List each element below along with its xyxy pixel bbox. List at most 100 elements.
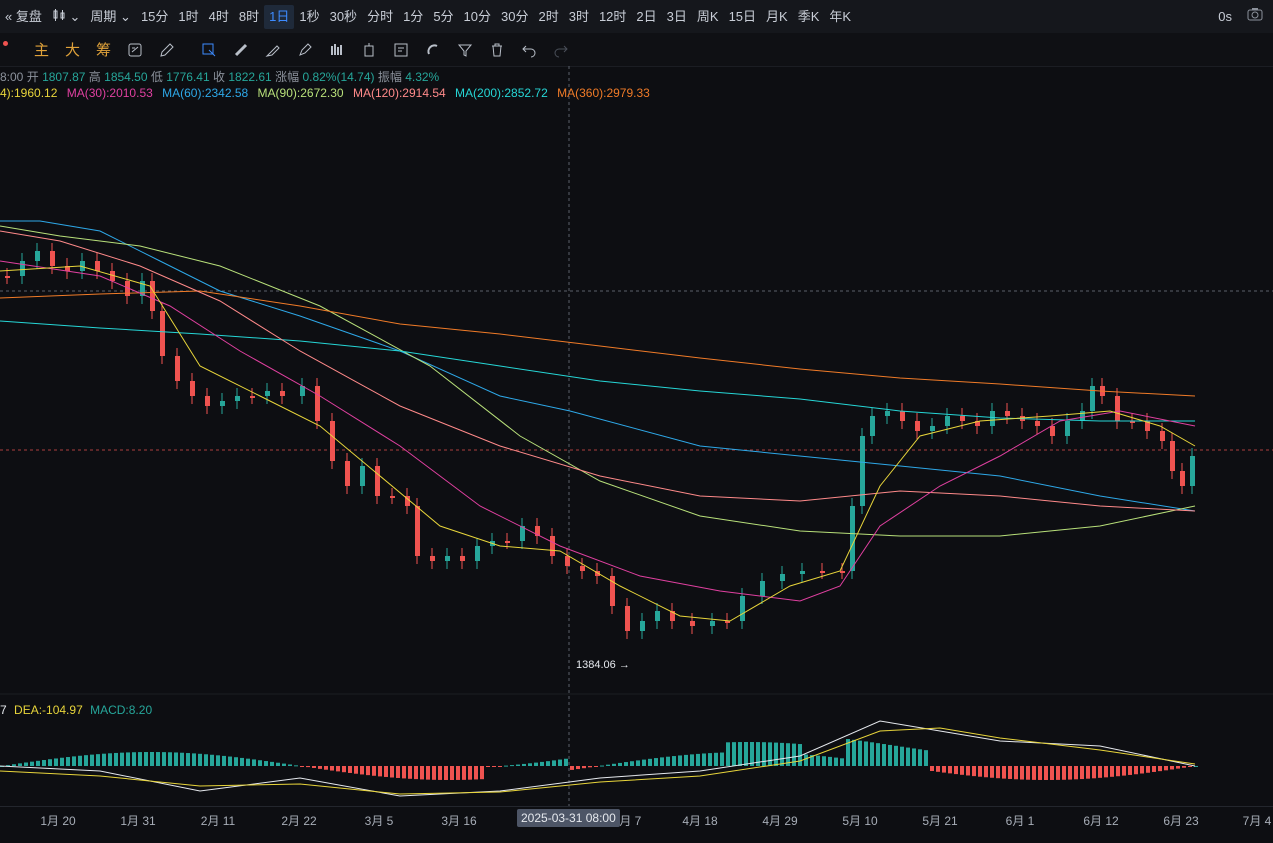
interval-10[interactable]: 10分 — [459, 5, 496, 29]
macd-bar — [474, 766, 478, 780]
interval-21[interactable]: 年K — [824, 5, 856, 29]
interval-18[interactable]: 15日 — [724, 5, 761, 29]
period-dropdown[interactable]: 周期 ⌄ — [85, 5, 136, 29]
macd-bar — [1092, 766, 1096, 779]
macd-bar — [768, 742, 772, 766]
main-indicator-button[interactable]: 主 — [26, 39, 57, 60]
position-icon[interactable] — [358, 39, 380, 61]
macd-bar — [552, 760, 556, 766]
brush-icon[interactable] — [262, 39, 284, 61]
macd-bar — [972, 766, 976, 777]
macd-bar — [468, 766, 472, 780]
macd-bar — [456, 766, 460, 780]
macd-bar — [696, 753, 700, 766]
camera-icon[interactable] — [1247, 7, 1263, 26]
candle-body — [345, 461, 350, 486]
note-icon[interactable] — [390, 39, 412, 61]
interval-16[interactable]: 3日 — [662, 5, 692, 29]
macd-bar — [96, 754, 100, 766]
candle-body — [430, 556, 435, 561]
interval-7[interactable]: 分时 — [362, 5, 398, 29]
macd-bar — [390, 766, 394, 778]
interval-20[interactable]: 季K — [793, 5, 825, 29]
interval-0[interactable]: 15分 — [136, 5, 173, 29]
macd-bar — [822, 756, 826, 766]
interval-6[interactable]: 30秒 — [325, 5, 362, 29]
candle-body — [930, 426, 935, 431]
chart-type-button[interactable]: ⌄ — [47, 5, 86, 29]
candle-body — [150, 281, 155, 311]
interval-8[interactable]: 1分 — [398, 5, 428, 29]
bar-pattern-icon[interactable] — [326, 39, 348, 61]
macd-bar — [84, 755, 88, 766]
interval-14[interactable]: 12时 — [594, 5, 631, 29]
macd-bar — [306, 766, 310, 768]
macd-bar — [1008, 766, 1012, 779]
macd-bar — [1104, 766, 1108, 778]
macd-bar — [726, 742, 730, 766]
candle-body — [205, 396, 210, 406]
macd-bar — [246, 758, 250, 766]
macd-bar — [30, 761, 34, 766]
macd-bar — [660, 757, 664, 766]
large-indicator-button[interactable]: 大 — [57, 39, 88, 60]
highlighter-icon[interactable] — [294, 39, 316, 61]
candle-body — [505, 541, 510, 543]
macd-bar — [72, 756, 76, 766]
interval-9[interactable]: 5分 — [428, 5, 458, 29]
x-tick-label: 1月 31 — [120, 814, 156, 828]
interval-15[interactable]: 2日 — [631, 5, 661, 29]
macd-bar — [864, 741, 868, 766]
candle-body — [860, 436, 865, 506]
macd-bar — [720, 752, 724, 766]
macd-bar — [288, 764, 292, 766]
macd-bar — [564, 758, 568, 766]
macd-bar — [990, 766, 994, 778]
macd-bar — [114, 752, 118, 766]
ruler-icon[interactable] — [230, 39, 252, 61]
macd-bar — [78, 755, 82, 766]
interval-19[interactable]: 月K — [761, 5, 793, 29]
interval-1[interactable]: 1时 — [173, 5, 203, 29]
macd-bar — [1188, 766, 1192, 767]
filter-icon[interactable] — [454, 39, 476, 61]
redo-icon[interactable] — [550, 39, 572, 61]
x-tick-label: 1月 20 — [40, 814, 76, 828]
candle-body — [945, 416, 950, 426]
interval-5[interactable]: 1秒 — [294, 5, 324, 29]
macd-bar — [930, 766, 934, 771]
macd-bar — [108, 753, 112, 766]
interval-17[interactable]: 周K — [692, 5, 724, 29]
candle-body — [330, 421, 335, 461]
macd-bar — [36, 760, 40, 766]
interval-13[interactable]: 3时 — [564, 5, 594, 29]
candle-body — [50, 251, 55, 266]
interval-3[interactable]: 8时 — [234, 5, 264, 29]
trash-icon[interactable] — [486, 39, 508, 61]
candle-body — [360, 466, 365, 486]
candle-body — [1170, 441, 1175, 471]
macd-bar — [132, 752, 136, 766]
macd-bar — [978, 766, 982, 777]
interval-12[interactable]: 2时 — [533, 5, 563, 29]
cursor-select-icon[interactable] — [198, 39, 220, 61]
macd-bar — [528, 763, 532, 766]
magnet-icon[interactable] — [422, 39, 444, 61]
interval-4[interactable]: 1日 — [264, 4, 295, 29]
candle-body — [990, 411, 995, 426]
compare-icon[interactable] — [124, 39, 146, 61]
macd-bar — [1164, 766, 1168, 771]
interval-2[interactable]: 4时 — [204, 5, 234, 29]
candle-body — [710, 621, 715, 626]
macd-bar — [198, 753, 202, 766]
macd-bar — [714, 752, 718, 766]
macd-bar — [882, 744, 886, 766]
drawing-pen-icon[interactable] — [156, 39, 178, 61]
interval-11[interactable]: 30分 — [496, 5, 533, 29]
live-dot-icon — [3, 41, 8, 46]
macd-bar — [438, 766, 442, 780]
replay-button[interactable]: « 复盘 — [0, 5, 47, 29]
chip-indicator-button[interactable]: 筹 — [88, 39, 119, 60]
undo-icon[interactable] — [518, 39, 540, 61]
candlestick-chart[interactable] — [0, 66, 1273, 806]
